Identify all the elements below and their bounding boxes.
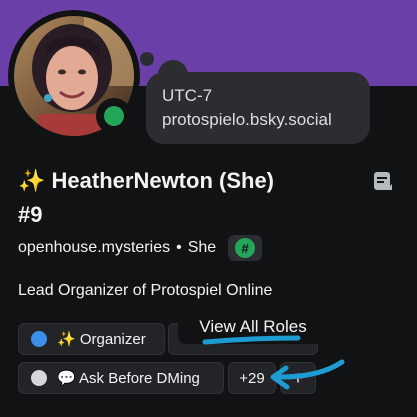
sparkle-emoji: ✨	[18, 168, 46, 193]
custom-status-bubble[interactable]: UTC-7 protospielo.bsky.social	[146, 72, 370, 144]
pronouns: She	[187, 239, 217, 256]
role-color-dot	[31, 331, 47, 347]
display-name-text: HeatherNewton (She)	[51, 168, 275, 193]
role-color-dot	[31, 370, 47, 386]
bio: Lead Organizer of Protospiel Online	[18, 282, 273, 299]
role-label: ✨ Organizer	[57, 331, 146, 348]
role-ask-before-dming[interactable]: 💬 Ask Before DMing	[18, 362, 224, 394]
role-label: 💬 Ask Before DMing	[57, 370, 200, 387]
discriminator: #9	[18, 202, 43, 227]
more-roles-button[interactable]: +29	[228, 362, 276, 394]
server-tag-badge[interactable]: #	[228, 235, 263, 261]
username-line: openhouse.mysteries • She #	[18, 235, 263, 261]
online-status-icon	[104, 106, 124, 126]
add-role-button[interactable]: +	[280, 362, 316, 394]
note-icon[interactable]	[372, 170, 394, 192]
server-tag-icon: #	[235, 238, 256, 258]
custom-status-line1: UTC-7	[162, 86, 213, 105]
display-name: ✨ HeatherNewton (She)	[18, 166, 274, 196]
status-bubble-tail-small	[140, 52, 154, 66]
separator-dot: •	[176, 239, 182, 256]
view-all-roles-tooltip: View All Roles	[178, 310, 328, 344]
role-organizer[interactable]: ✨ Organizer	[18, 323, 165, 355]
username: openhouse.mysteries	[18, 239, 171, 256]
custom-status-line2: protospielo.bsky.social	[162, 110, 332, 129]
